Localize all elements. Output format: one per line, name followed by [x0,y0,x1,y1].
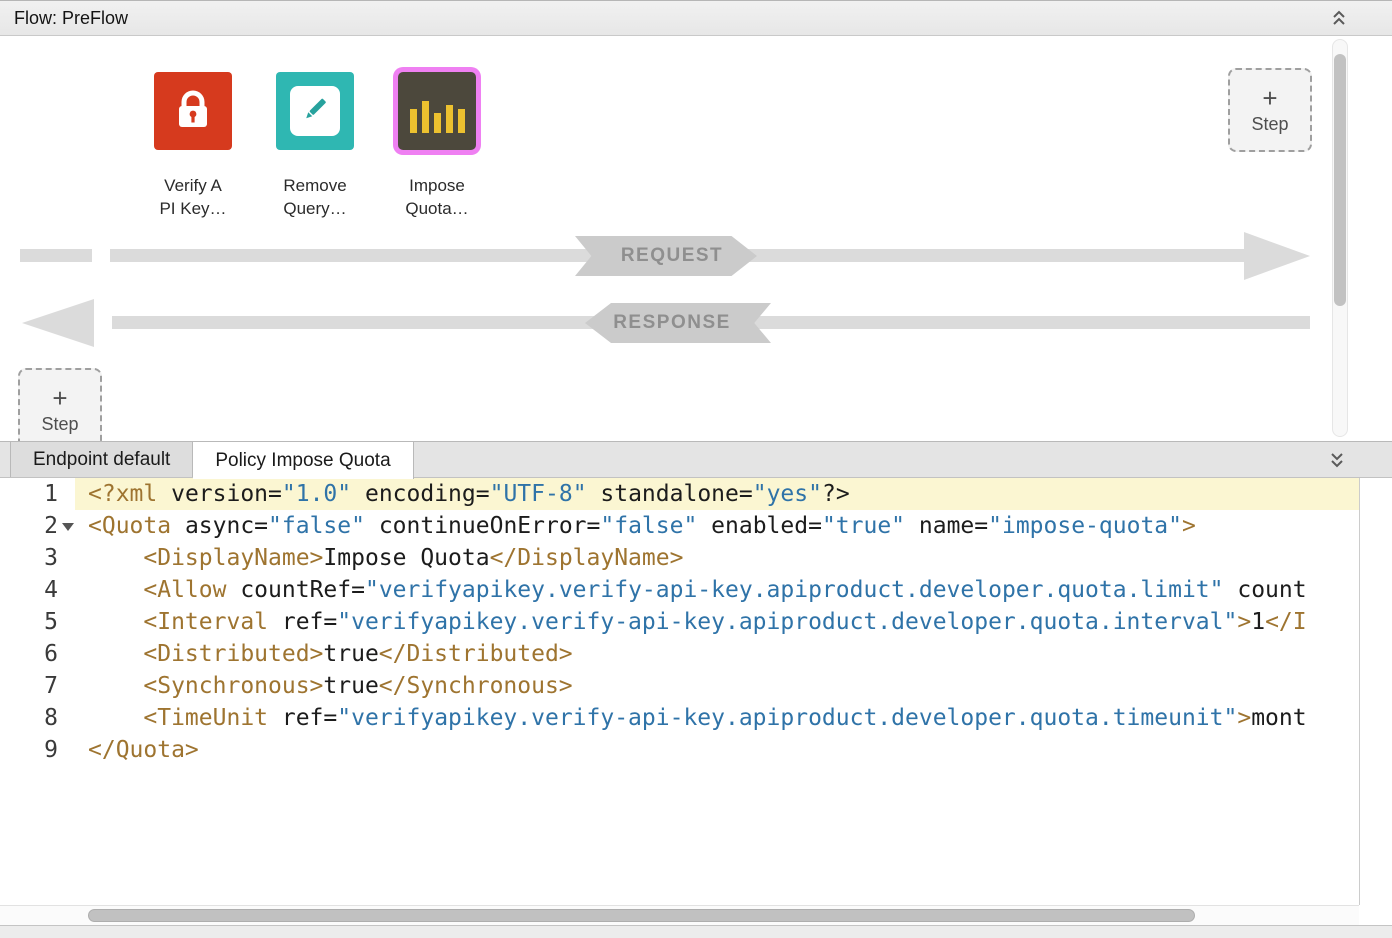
pencil-card [290,86,340,136]
tab-endpoint-default[interactable]: Endpoint default [10,442,193,477]
add-step-button-response[interactable]: + Step [18,368,102,441]
fold-slot [58,542,75,574]
code-line-text[interactable]: <Distributed>true</Distributed> [75,638,1359,670]
add-step-button-request[interactable]: + Step [1228,68,1312,152]
line-number: 1 [0,478,58,510]
code-line-row[interactable]: 6 <Distributed>true</Distributed> [0,638,1359,670]
plus-icon: + [52,384,67,412]
code-line-row[interactable]: 3 <DisplayName>Impose Quota</DisplayName… [0,542,1359,574]
fold-slot [58,606,75,638]
code-line-text[interactable]: <Quota async="false" continueOnError="fa… [75,510,1359,542]
code-line-row[interactable]: 5 <Interval ref="verifyapikey.verify-api… [0,606,1359,638]
fold-slot [58,638,75,670]
plus-icon: + [1262,84,1277,112]
code-line-text[interactable]: <?xml version="1.0" encoding="UTF-8" sta… [75,478,1359,510]
tab-policy-impose-quota[interactable]: Policy Impose Quota [193,442,413,479]
code-line-text[interactable]: <Synchronous>true</Synchronous> [75,670,1359,702]
verify-api-key-tile [154,72,232,150]
response-label-badge: RESPONSE [585,303,771,343]
flow-canvas: Verify A PI Key… [0,36,1392,441]
code-line-text[interactable]: <Allow countRef="verifyapikey.verify-api… [75,574,1359,606]
policy-label: Impose Quota… [405,174,468,220]
line-number: 9 [0,734,58,766]
line-number: 2 [0,510,58,542]
line-number: 5 [0,606,58,638]
fold-slot [58,702,75,734]
response-arrowhead-icon [22,299,94,347]
line-number: 8 [0,702,58,734]
policy-remove-query[interactable]: Remove Query… [267,72,363,220]
fold-slot [58,670,75,702]
policy-label: Verify A PI Key… [159,174,226,220]
fold-slot [58,478,75,510]
policy-row: Verify A PI Key… [145,72,485,220]
remove-query-tile [276,72,354,150]
line-number: 4 [0,574,58,606]
line-number: 6 [0,638,58,670]
flow-header: Flow: PreFlow [0,0,1392,36]
line-number: 7 [0,670,58,702]
fold-slot [58,734,75,766]
impose-quota-tile-selected [398,72,476,150]
policy-impose-quota[interactable]: Impose Quota… [389,72,485,220]
request-arrowhead-icon [1244,232,1310,280]
flow-scrollbar-thumb[interactable] [1334,54,1346,306]
code-line-row[interactable]: 4 <Allow countRef="verifyapikey.verify-a… [0,574,1359,606]
fold-slot [58,574,75,606]
code-line-row[interactable]: 1 <?xml version="1.0" encoding="UTF-8" st… [0,478,1359,510]
policy-label: Remove Query… [283,174,346,220]
chevron-double-down-icon [1328,450,1346,473]
window-bottom-edge [0,925,1392,938]
code-line-row[interactable]: 8 <TimeUnit ref="verifyapikey.verify-api… [0,702,1359,734]
editor-tab-bar: Endpoint default Policy Impose Quota [0,441,1392,478]
pencil-icon [298,92,332,131]
policy-verify-api-key[interactable]: Verify A PI Key… [145,72,241,220]
code-line-text[interactable]: </Quota> [75,734,1359,766]
flow-title: Flow: PreFlow [14,1,128,36]
fold-toggle-icon[interactable] [58,510,75,542]
code-line-text[interactable]: <Interval ref="verifyapikey.verify-api-k… [75,606,1359,638]
code-line-row[interactable]: 9 </Quota> [0,734,1359,766]
code-line-row[interactable]: 7 <Synchronous>true</Synchronous> [0,670,1359,702]
editor-horizontal-scrollbar[interactable] [0,905,1359,925]
proxy-flow-editor: Flow: PreFlow [0,0,1392,938]
request-label-badge: REQUEST [575,236,757,276]
code-line-text[interactable]: <TimeUnit ref="verifyapikey.verify-api-k… [75,702,1359,734]
flow-vertical-scrollbar[interactable] [1332,39,1348,437]
request-arrow-stub [20,249,92,262]
xml-code-editor[interactable]: 1 <?xml version="1.0" encoding="UTF-8" st… [0,478,1360,905]
code-line-row[interactable]: 2 <Quota async="false" continueOnError="f… [0,510,1359,542]
code-lines: 1 <?xml version="1.0" encoding="UTF-8" st… [0,478,1359,766]
line-number: 3 [0,542,58,574]
lock-icon [169,85,217,138]
editor-scrollbar-thumb[interactable] [88,909,1195,922]
quota-bars-icon [410,89,465,133]
code-line-text[interactable]: <DisplayName>Impose Quota</DisplayName> [75,542,1359,574]
collapse-editor-button[interactable] [1324,448,1350,474]
chevron-double-up-icon [1330,8,1348,31]
collapse-flow-button[interactable] [1326,6,1352,32]
